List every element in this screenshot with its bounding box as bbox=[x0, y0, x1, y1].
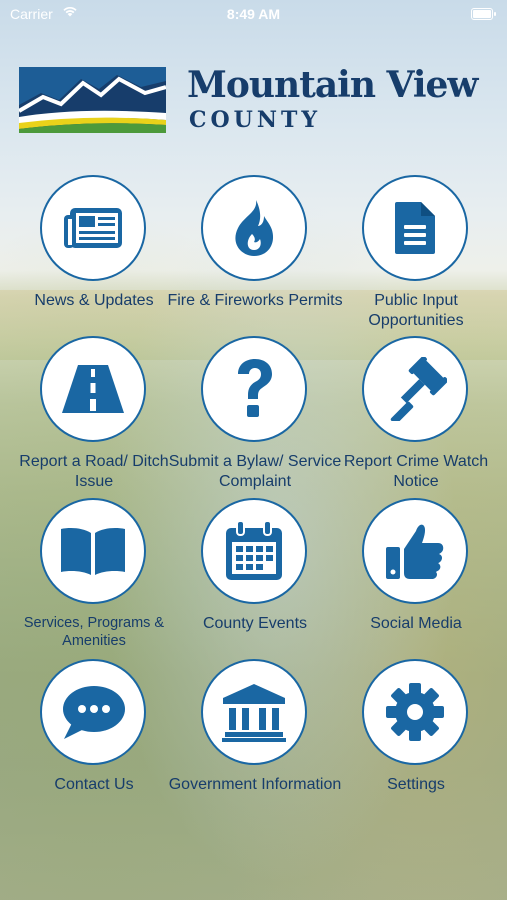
menu-label: News & Updates bbox=[34, 292, 154, 309]
menu-fire-permits[interactable]: Fire & Fireworks Permits bbox=[167, 175, 343, 325]
gavel-icon bbox=[390, 357, 447, 421]
menu-label: Contact Us bbox=[54, 776, 134, 793]
menu-grid: News & Updates Fire & Fireworks Permits … bbox=[0, 0, 507, 900]
menu-government-info[interactable]: Government Information bbox=[169, 659, 341, 809]
calendar-icon bbox=[226, 520, 282, 580]
chat-bubble-icon bbox=[63, 686, 125, 739]
question-mark-icon bbox=[238, 359, 272, 417]
menu-bylaw-complaint[interactable]: Submit a Bylaw/ Service Complaint bbox=[169, 336, 341, 490]
menu-icon-circle[interactable] bbox=[201, 659, 307, 765]
flame-icon bbox=[235, 200, 274, 256]
book-icon bbox=[61, 528, 125, 575]
menu-label: County Events bbox=[202, 615, 308, 632]
menu-icon-circle[interactable] bbox=[362, 336, 468, 442]
menu-icon-circle[interactable] bbox=[40, 659, 146, 765]
menu-news-updates[interactable]: News & Updates bbox=[14, 175, 174, 325]
menu-public-input[interactable]: Public Input Opportunities bbox=[336, 175, 496, 329]
menu-label: Fire & Fireworks Permits bbox=[167, 292, 343, 309]
menu-icon-circle[interactable] bbox=[362, 498, 468, 604]
menu-icon-circle[interactable] bbox=[362, 175, 468, 281]
menu-label: Submit a Bylaw/ Service Complaint bbox=[168, 453, 342, 490]
menu-icon-circle[interactable] bbox=[40, 498, 146, 604]
menu-icon-circle[interactable] bbox=[362, 659, 468, 765]
menu-crime-watch[interactable]: Report Crime Watch Notice bbox=[336, 336, 496, 490]
menu-icon-circle[interactable] bbox=[201, 336, 307, 442]
newspaper-icon bbox=[64, 208, 122, 248]
menu-label: Services, Programs & Amenities bbox=[23, 615, 165, 649]
menu-label: Government Information bbox=[168, 776, 342, 793]
government-building-icon bbox=[222, 684, 286, 742]
menu-label: Report a Road/ Ditch Issue bbox=[19, 453, 169, 490]
menu-services-programs[interactable]: Services, Programs & Amenities bbox=[14, 498, 174, 649]
menu-icon-circle[interactable] bbox=[201, 498, 307, 604]
menu-social-media[interactable]: Social Media bbox=[336, 498, 496, 648]
menu-label: Public Input Opportunities bbox=[368, 292, 464, 329]
menu-icon-circle[interactable] bbox=[40, 175, 146, 281]
menu-county-events[interactable]: County Events bbox=[175, 498, 335, 648]
road-icon bbox=[62, 365, 124, 413]
menu-report-road[interactable]: Report a Road/ Ditch Issue bbox=[14, 336, 174, 490]
menu-label: Settings bbox=[387, 776, 445, 793]
menu-icon-circle[interactable] bbox=[201, 175, 307, 281]
gear-icon bbox=[386, 683, 444, 741]
thumbs-up-icon bbox=[386, 524, 444, 579]
menu-icon-circle[interactable] bbox=[40, 336, 146, 442]
menu-label: Report Crime Watch Notice bbox=[343, 453, 489, 490]
menu-settings[interactable]: Settings bbox=[336, 659, 496, 809]
menu-contact-us[interactable]: Contact Us bbox=[14, 659, 174, 809]
document-icon bbox=[395, 202, 435, 254]
menu-label: Social Media bbox=[370, 615, 462, 632]
